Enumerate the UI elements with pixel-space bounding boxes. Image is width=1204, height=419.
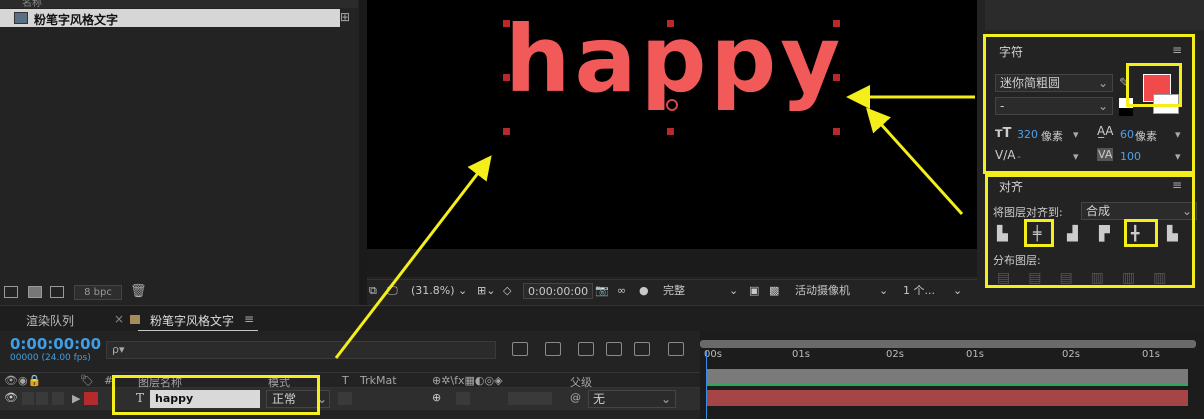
arrow-to-text [334,155,492,359]
arrow-from-align [865,107,964,216]
annotation-arrows [334,85,975,359]
